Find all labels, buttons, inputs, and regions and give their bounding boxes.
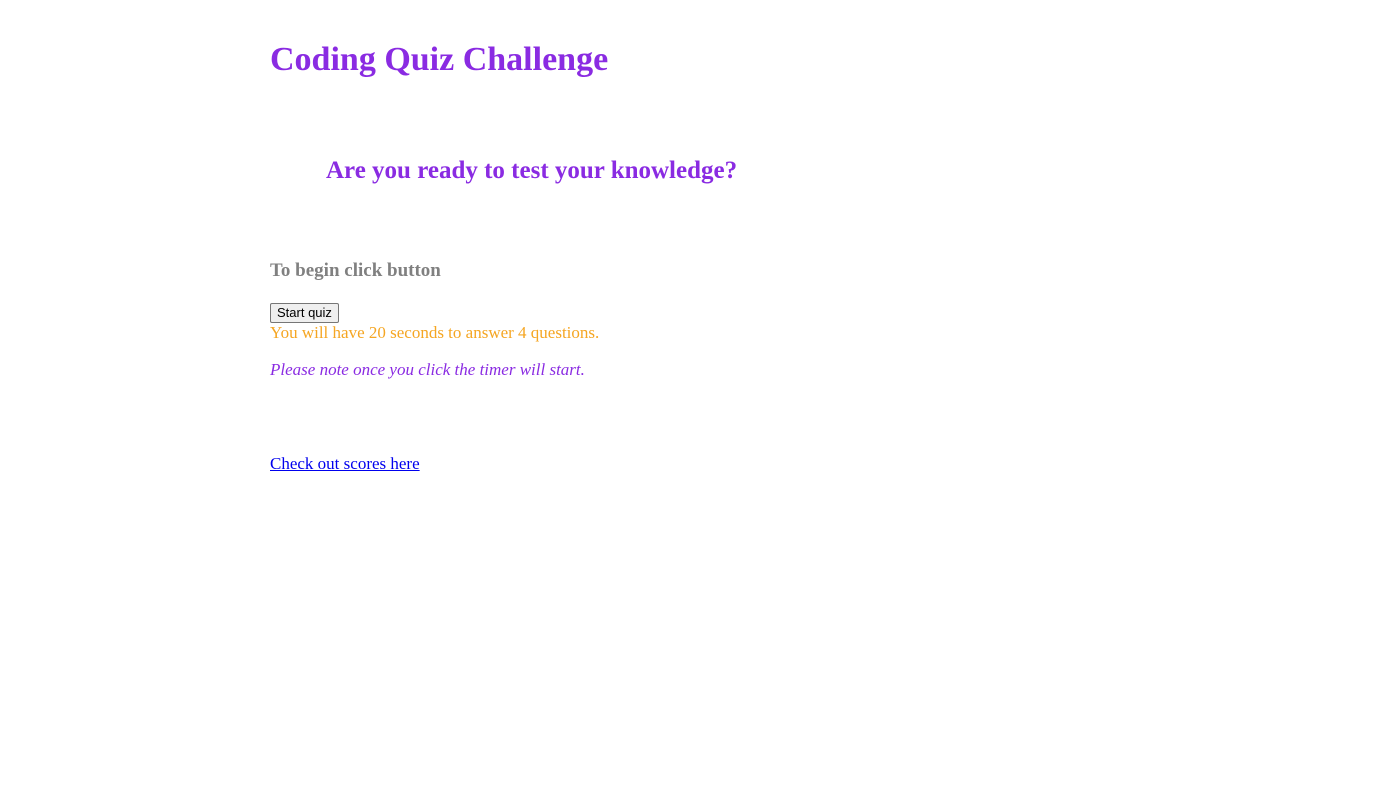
timer-note: Please note once you click the timer wil… [270,360,585,379]
start-quiz-button[interactable]: Start quiz [270,303,339,323]
page-title: Coding Quiz Challenge [270,41,609,78]
begin-instruction: To begin click button [270,260,441,281]
scores-link[interactable]: Check out scores here [270,453,420,475]
quiz-subtitle: Are you ready to test your knowledge? [326,157,738,184]
page: Coding Quiz Challenge Are you ready to t… [0,0,1388,787]
quiz-info-text: You will have 20 seconds to answer 4 que… [270,323,600,342]
